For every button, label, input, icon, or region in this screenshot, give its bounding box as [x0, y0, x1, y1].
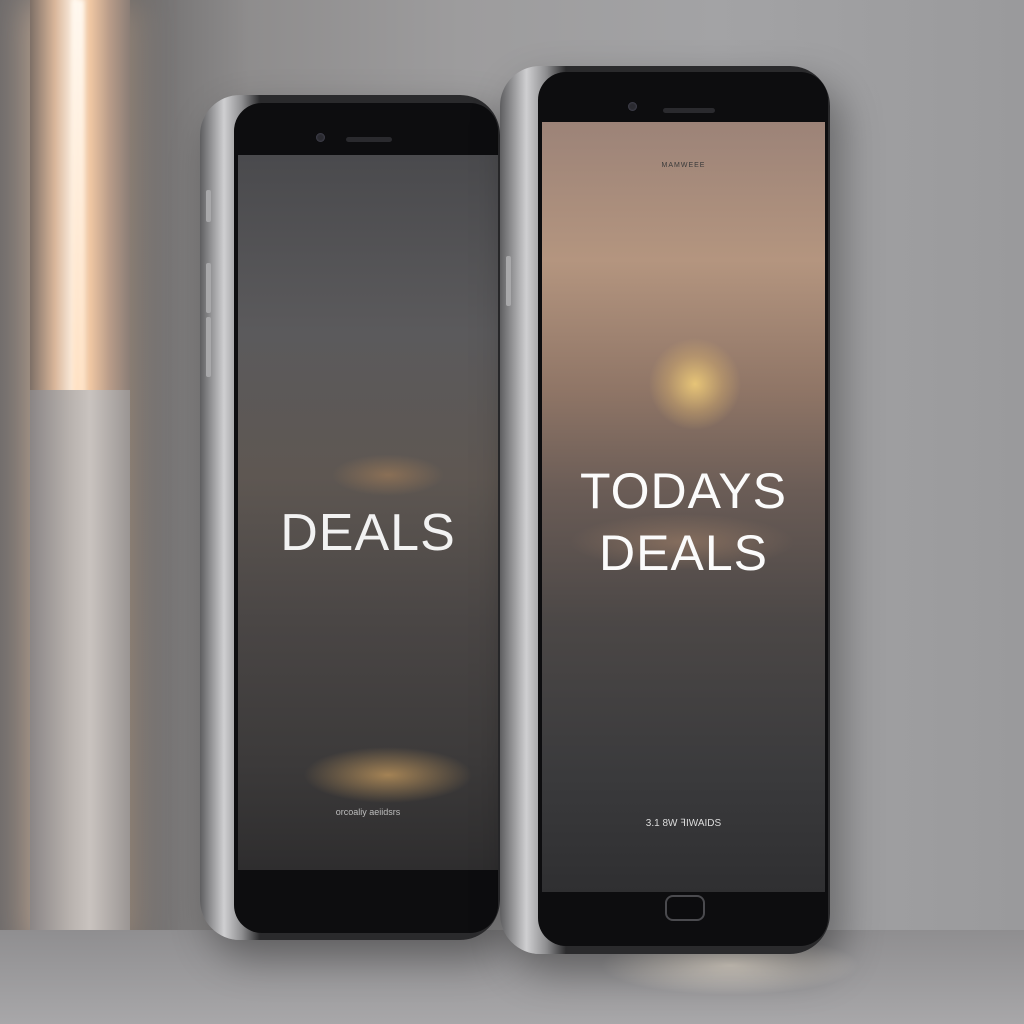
front-camera-icon	[628, 102, 637, 111]
screen-footer-text: 3.1 8W ꟻIWAIDS	[645, 818, 722, 829]
front-camera-icon	[316, 133, 325, 142]
screen-headline: DEALS	[280, 504, 456, 562]
phone-right: MAMWEEE TODAYS DEALS 3.1 8W ꟻIWAIDS	[500, 66, 830, 954]
earpiece-speaker	[346, 137, 392, 142]
volume-button	[506, 256, 511, 306]
phone-left: DEALS orcoaliy aeiidsrs	[200, 95, 500, 940]
wall-light-strip	[30, 0, 130, 950]
phone-screen: DEALS orcoaliy aeiidsrs	[238, 155, 498, 870]
home-button[interactable]	[665, 895, 705, 921]
headline-line-1: TODAYS	[580, 463, 787, 519]
earpiece-speaker	[663, 108, 715, 113]
phone-screen: MAMWEEE TODAYS DEALS 3.1 8W ꟻIWAIDS	[542, 122, 825, 892]
headline-line-2: DEALS	[599, 525, 768, 581]
screen-top-label: MAMWEEE	[661, 162, 706, 169]
screen-headline: TODAYS DEALS	[542, 460, 825, 584]
power-button	[206, 190, 211, 222]
light-strip-base	[30, 390, 130, 950]
screen-footer-text: orcoaliy aeiidsrs	[335, 807, 401, 817]
floor	[0, 930, 1024, 1024]
volume-up-button	[206, 263, 211, 313]
volume-down-button	[206, 317, 211, 377]
